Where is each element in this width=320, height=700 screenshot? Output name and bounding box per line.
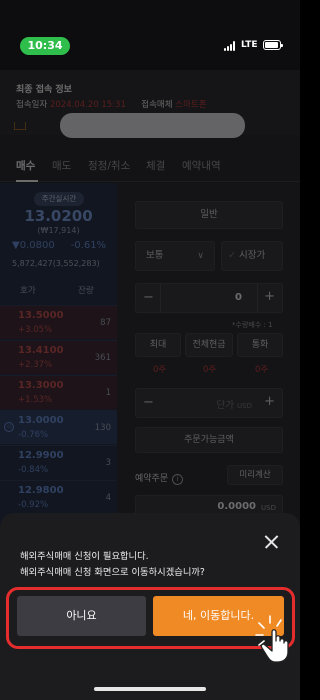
battery-icon xyxy=(263,40,283,50)
no-button[interactable]: 아니요 xyxy=(17,596,146,636)
status-bar: 10:34 LTE xyxy=(0,0,300,70)
confirm-bottom-sheet: 해외주식매매 신청이 필요합니다. 해외주식매매 신청 화면으로 이동하시겠습니… xyxy=(0,513,300,700)
network-label: LTE xyxy=(241,40,258,50)
status-time: 10:34 xyxy=(20,37,70,55)
screen: 10:34 LTE 최종 접속 정보 접속일자 2024.04.20 15:31… xyxy=(0,0,300,700)
signal-icon xyxy=(224,41,238,51)
dialog-message-line-2: 해외주식매매 신청 화면으로 이동하시겠습니까? xyxy=(20,567,205,578)
home-indicator xyxy=(94,687,206,691)
close-icon[interactable] xyxy=(260,530,284,554)
tap-hand-icon xyxy=(255,615,289,663)
dialog-message-line-1: 해외주식매매 신청이 필요합니다. xyxy=(20,551,149,562)
